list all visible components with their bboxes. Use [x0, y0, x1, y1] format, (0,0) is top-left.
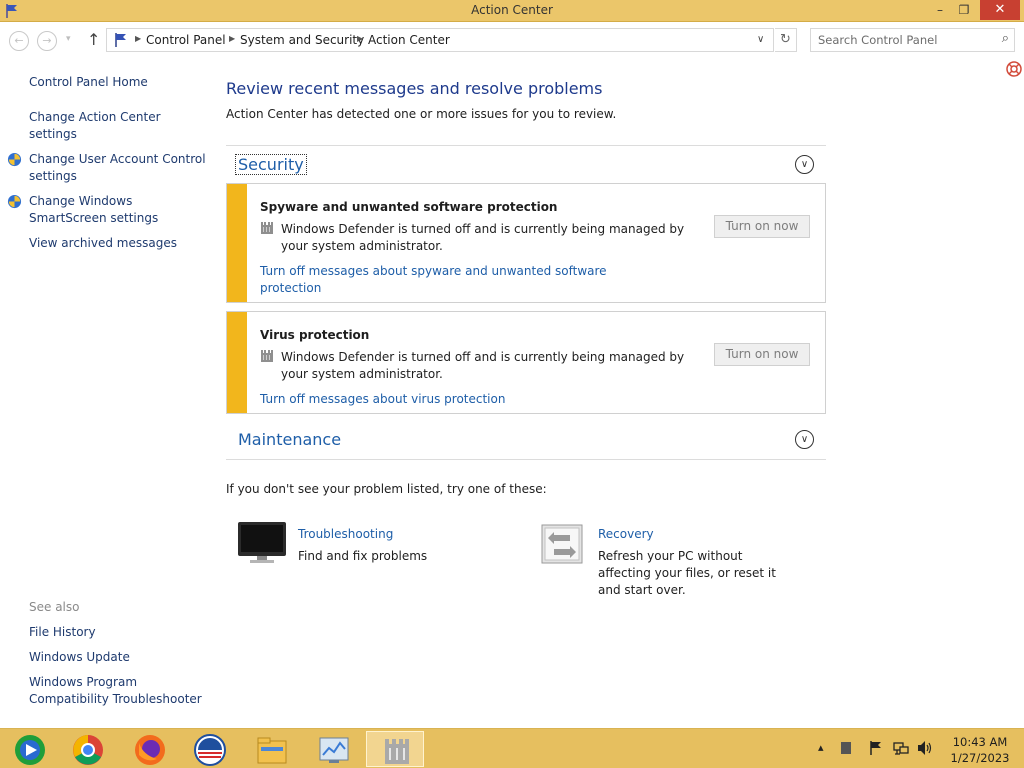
clock[interactable]: 10:43 AM 1/27/2023: [942, 734, 1018, 766]
page-title: Review recent messages and resolve probl…: [226, 79, 603, 98]
search-box[interactable]: ⌕: [810, 28, 1015, 52]
message-title: Spyware and unwanted software protection: [260, 200, 558, 214]
collapse-chevron-icon[interactable]: ∨: [795, 155, 814, 174]
message-text: Windows Defender is turned off and is cu…: [281, 222, 685, 253]
control-panel-home-link[interactable]: Control Panel Home: [29, 74, 209, 91]
file-explorer-icon: [257, 737, 287, 764]
action-center-taskbar-button[interactable]: [366, 731, 424, 767]
refresh-button[interactable]: ↻: [775, 28, 797, 52]
maximize-button[interactable]: ❐: [951, 0, 977, 20]
windows-update-link[interactable]: Windows Update: [29, 649, 209, 666]
try-these-text: If you don't see your problem listed, tr…: [226, 482, 547, 496]
obama-logo-button[interactable]: [180, 731, 238, 767]
defender-castle-icon: [261, 350, 273, 362]
see-also-heading: See also: [29, 600, 80, 614]
turn-off-virus-messages-link[interactable]: Turn off messages about virus protection: [260, 391, 620, 408]
troubleshooting-link[interactable]: Troubleshooting: [298, 527, 393, 541]
security-section-title[interactable]: Security: [235, 154, 307, 175]
volume-icon[interactable]: [916, 740, 934, 756]
clock-date: 1/27/2023: [950, 751, 1010, 765]
file-explorer-button[interactable]: [242, 731, 300, 767]
uac-shield-icon: [7, 194, 22, 209]
recovery-link[interactable]: Recovery: [598, 527, 654, 541]
message-text: Windows Defender is turned off and is cu…: [281, 350, 685, 381]
flag-tray-icon[interactable]: [868, 740, 884, 756]
turn-on-now-button[interactable]: Turn on now: [714, 343, 810, 366]
compatibility-troubleshooter-link[interactable]: Windows Program Compatibility Troublesho…: [29, 674, 209, 708]
windows-media-center-button[interactable]: [0, 731, 58, 767]
view-archived-messages-link[interactable]: View archived messages: [29, 235, 209, 252]
search-icon[interactable]: ⌕: [1002, 31, 1009, 46]
firefox-icon: [135, 735, 165, 765]
chrome-icon: [73, 735, 103, 765]
security-section-header[interactable]: Security ∨: [226, 145, 826, 183]
up-button[interactable]: ↑: [87, 30, 100, 49]
show-hidden-icons-button[interactable]: ▴: [818, 741, 824, 754]
breadcrumb-separator-icon[interactable]: ▶: [229, 34, 235, 43]
forward-button[interactable]: →: [37, 31, 57, 51]
control-panel-button[interactable]: [304, 731, 362, 767]
turn-off-spyware-messages-link[interactable]: Turn off messages about spyware and unwa…: [260, 263, 620, 297]
recovery-icon[interactable]: [540, 523, 584, 565]
clock-time: 10:43 AM: [952, 735, 1008, 749]
help-icon[interactable]: [1006, 61, 1022, 77]
chrome-button[interactable]: [58, 731, 116, 767]
network-icon[interactable]: [893, 740, 909, 756]
expand-chevron-icon[interactable]: ∨: [795, 430, 814, 449]
troubleshooting-description: Find and fix problems: [298, 549, 428, 563]
breadcrumb-control-panel[interactable]: Control Panel: [146, 33, 226, 47]
spyware-protection-message: Spyware and unwanted software protection…: [226, 183, 826, 303]
warning-stripe: [227, 312, 247, 413]
close-button[interactable]: ✕: [980, 0, 1020, 20]
section-divider: [226, 459, 826, 460]
window-title: Action Center: [471, 3, 553, 17]
page-subtitle: Action Center has detected one or more i…: [226, 107, 617, 121]
uac-shield-icon: [7, 152, 22, 167]
file-history-link[interactable]: File History: [29, 624, 209, 641]
title-bar: Action Center – ❐ ✕: [0, 0, 1024, 22]
breadcrumb-system-and-security[interactable]: System and Security: [240, 33, 364, 47]
message-title: Virus protection: [260, 328, 370, 342]
defender-castle-icon: [261, 222, 273, 234]
obama-logo-icon: [194, 734, 226, 766]
maintenance-section-header[interactable]: Maintenance ∨: [226, 421, 826, 459]
firefox-button[interactable]: [120, 731, 178, 767]
breadcrumb-action-center[interactable]: Action Center: [368, 33, 450, 47]
monitor-icon[interactable]: [237, 521, 287, 565]
breadcrumb-separator-icon[interactable]: ▶: [357, 34, 363, 43]
control-panel-flag-icon: [115, 33, 126, 47]
back-button[interactable]: ←: [9, 31, 29, 51]
action-center-tray-icon[interactable]: [840, 741, 852, 755]
windows-media-center-icon: [15, 735, 45, 765]
change-user-account-control-link[interactable]: Change User Account Control settings: [29, 151, 209, 185]
control-panel-icon: [319, 737, 349, 763]
virus-protection-message: Virus protection Windows Defender is tur…: [226, 311, 826, 414]
recent-locations-chevron-icon[interactable]: ▾: [66, 34, 71, 44]
action-center-icon: [385, 739, 409, 764]
navigation-bar: ← → ▾ ↑ ▶ Control Panel ▶ System and Sec…: [0, 22, 1024, 58]
turn-on-now-button[interactable]: Turn on now: [714, 215, 810, 238]
warning-stripe: [227, 184, 247, 302]
breadcrumb-separator-icon[interactable]: ▶: [135, 34, 141, 43]
taskbar: ▴ 10:43 AM 1/27/2023: [0, 728, 1024, 768]
address-bar[interactable]: ▶ Control Panel ▶ System and Security ▶ …: [106, 28, 774, 52]
change-smartscreen-settings-link[interactable]: Change Windows SmartScreen settings: [29, 193, 209, 227]
address-dropdown-icon[interactable]: ∨: [757, 34, 764, 45]
change-action-center-settings-link[interactable]: Change Action Center settings: [29, 109, 209, 143]
search-input[interactable]: [811, 29, 986, 51]
minimize-button[interactable]: –: [927, 0, 953, 20]
left-navigation-pane: Control Panel Home Change Action Center …: [0, 60, 215, 726]
maintenance-section-title[interactable]: Maintenance: [238, 430, 341, 449]
recovery-description: Refresh your PC without affecting your f…: [598, 549, 776, 597]
